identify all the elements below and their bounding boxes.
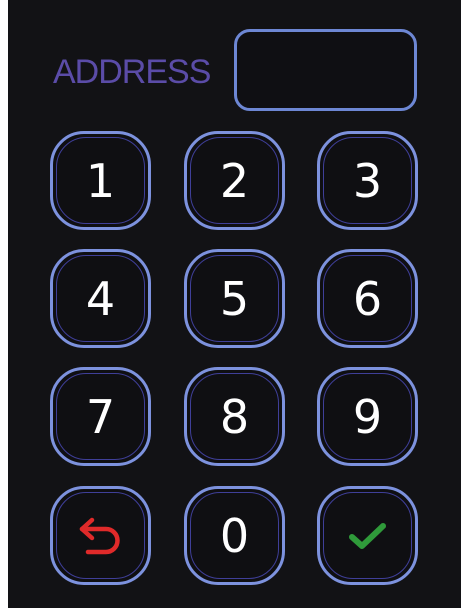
key-0[interactable]: 0 xyxy=(184,486,285,585)
key-5-label: 5 xyxy=(219,271,250,326)
key-5[interactable]: 5 xyxy=(184,249,285,348)
key-1-label: 1 xyxy=(85,153,116,208)
key-8[interactable]: 8 xyxy=(184,367,285,466)
undo-arrow-icon xyxy=(76,512,126,560)
key-8-label: 8 xyxy=(219,389,250,444)
key-7-label: 7 xyxy=(85,389,116,444)
address-label: ADDRESS xyxy=(53,53,211,91)
key-6-label: 6 xyxy=(352,271,383,326)
key-6[interactable]: 6 xyxy=(317,249,418,348)
key-0-label: 0 xyxy=(219,508,250,563)
key-2-label: 2 xyxy=(219,153,250,208)
confirm-button[interactable] xyxy=(317,486,418,585)
key-3[interactable]: 3 xyxy=(317,131,418,230)
key-4[interactable]: 4 xyxy=(50,249,151,348)
backspace-button[interactable] xyxy=(50,486,151,585)
key-7[interactable]: 7 xyxy=(50,367,151,466)
checkmark-icon xyxy=(348,520,388,552)
key-2[interactable]: 2 xyxy=(184,131,285,230)
key-1[interactable]: 1 xyxy=(50,131,151,230)
key-3-label: 3 xyxy=(352,153,383,208)
key-9-label: 9 xyxy=(352,389,383,444)
key-9[interactable]: 9 xyxy=(317,367,418,466)
keypad-panel: ADDRESS 1 2 3 4 5 6 7 8 9 0 xyxy=(8,0,461,608)
key-4-label: 4 xyxy=(85,271,116,326)
address-display[interactable] xyxy=(234,29,417,111)
